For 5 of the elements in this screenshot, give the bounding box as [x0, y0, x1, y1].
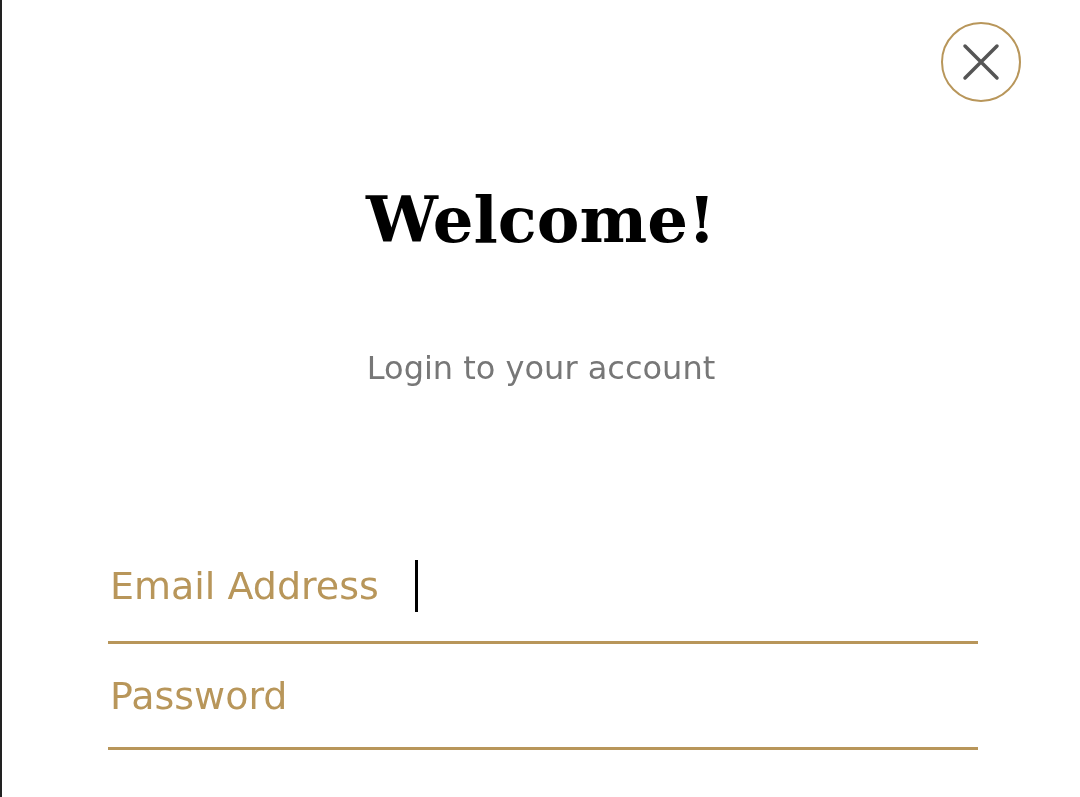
- dialog-title: Welcome!: [364, 181, 717, 259]
- input-field[interactable]: Password: [108, 644, 978, 750]
- close-icon: [961, 42, 1001, 82]
- dialog-subtitle: Login to your account: [365, 348, 717, 388]
- input-field[interactable]: Email Address: [108, 520, 978, 644]
